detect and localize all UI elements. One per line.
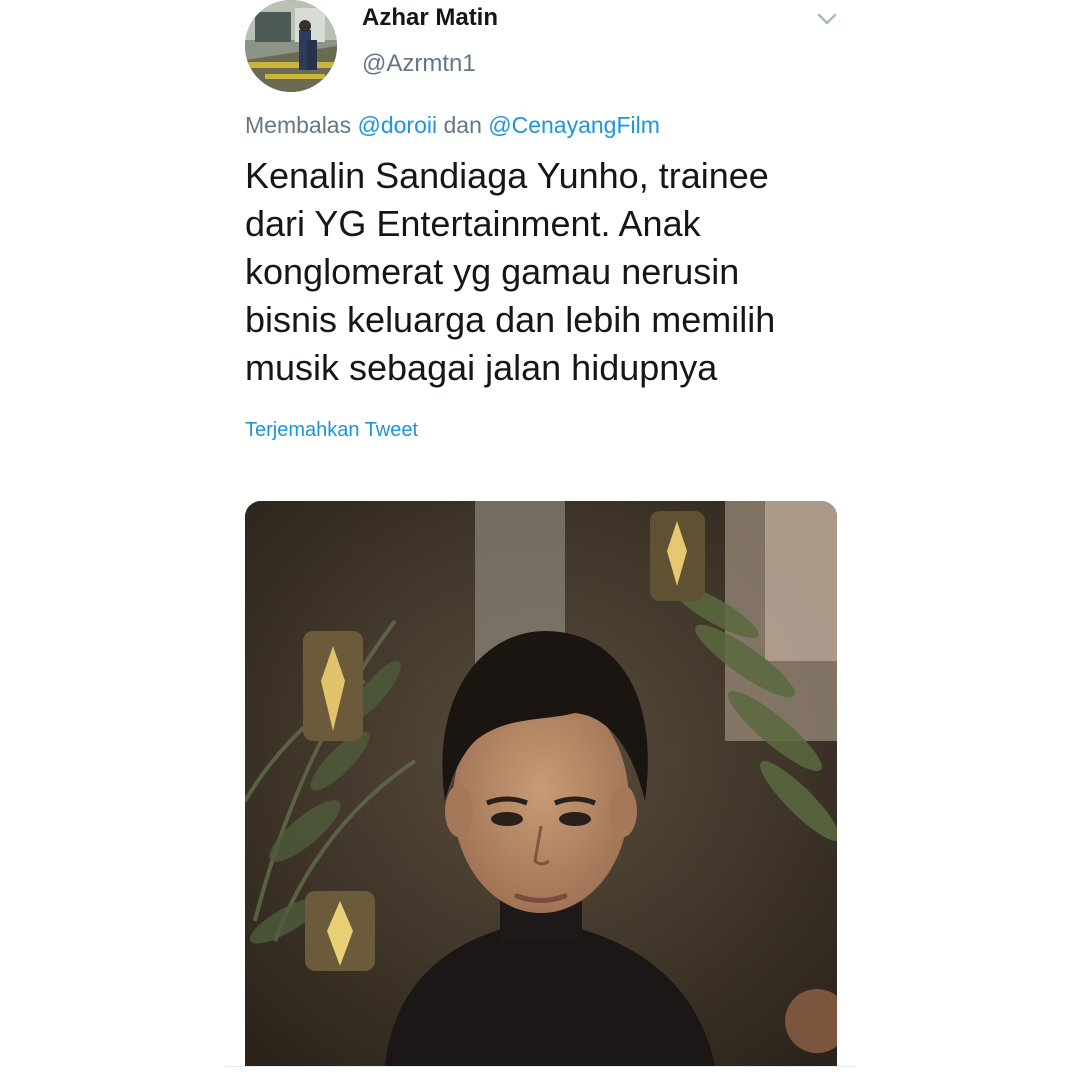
tweet-text-line: Kenalin Sandiaga Yunho, trainee — [245, 155, 769, 196]
translate-tweet-link[interactable]: Terjemahkan Tweet — [245, 419, 418, 442]
tweet-text-line: musik sebagai jalan hidupnya — [245, 347, 718, 388]
author-handle[interactable]: @Azrmtn1 — [362, 50, 476, 78]
chevron-down-icon[interactable] — [813, 8, 841, 30]
divider — [225, 1066, 855, 1067]
reply-context: Membalas @doroii dan @CenayangFilm — [245, 112, 660, 139]
tweet-text-line: konglomerat yg gamau nerusin — [245, 251, 740, 292]
reply-conjunction: dan — [443, 112, 482, 138]
tweet-text: Kenalin Sandiaga Yunho, trainee dari YG … — [245, 152, 845, 392]
author-display-name[interactable]: Azhar Matin — [362, 4, 498, 32]
tweet-text-line: bisnis keluarga dan lebih memilih — [245, 299, 776, 340]
reply-mention-cenayangfilm[interactable]: @CenayangFilm — [488, 112, 660, 138]
tweet-photo[interactable] — [245, 501, 837, 1066]
tweet-screen: Azhar Matin @Azrmtn1 Membalas @doroii da… — [0, 0, 1080, 1080]
tweet-text-line: dari YG Entertainment. Anak — [245, 203, 701, 244]
author-avatar[interactable] — [245, 0, 337, 92]
reply-prefix: Membalas — [245, 112, 352, 138]
reply-mention-doroii[interactable]: @doroii — [358, 112, 438, 138]
